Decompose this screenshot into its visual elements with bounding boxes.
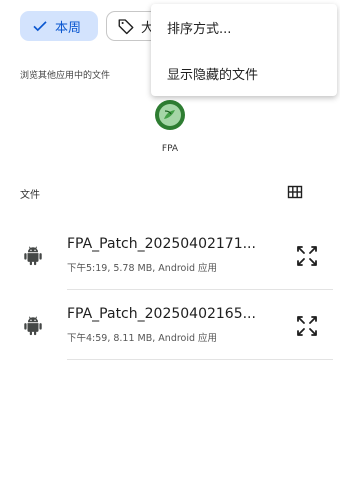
row-divider xyxy=(67,289,333,290)
files-section-header: 文件 xyxy=(20,190,40,201)
file-list-item[interactable]: FPA_Patch_20250402165... 下午4:59, 8.11 MB… xyxy=(0,292,340,360)
fpa-app-icon xyxy=(155,100,185,130)
filter-chip-this-week[interactable]: 本周 xyxy=(20,11,98,41)
filter-chip-this-week-label: 本周 xyxy=(55,20,82,36)
overflow-menu: 排序方式... 显示隐藏的文件 xyxy=(151,4,337,96)
fpa-app-label: FPA xyxy=(161,144,179,154)
android-icon xyxy=(24,246,42,266)
check-icon xyxy=(33,21,47,32)
file-name: FPA_Patch_20250402171... xyxy=(67,236,256,252)
row-divider xyxy=(67,359,333,360)
grid-view-icon[interactable] xyxy=(287,184,303,200)
file-details: 下午4:59, 8.11 MB, Android 应用 xyxy=(67,333,218,344)
menu-item-sort-by[interactable]: 排序方式... xyxy=(151,4,337,50)
tag-icon xyxy=(118,19,134,35)
menu-item-show-hidden-files[interactable]: 显示隐藏的文件 xyxy=(151,50,337,96)
expand-preview-icon[interactable] xyxy=(295,244,319,268)
expand-preview-icon[interactable] xyxy=(295,314,319,338)
file-list-item[interactable]: FPA_Patch_20250402171... 下午5:19, 5.78 MB… xyxy=(0,222,340,290)
android-icon xyxy=(24,316,42,336)
app-shortcut-fpa[interactable]: FPA xyxy=(150,100,190,154)
file-name: FPA_Patch_20250402165... xyxy=(67,306,256,322)
browse-other-apps-caption: 浏览其他应用中的文件 xyxy=(20,71,111,81)
file-details: 下午5:19, 5.78 MB, Android 应用 xyxy=(67,263,218,274)
